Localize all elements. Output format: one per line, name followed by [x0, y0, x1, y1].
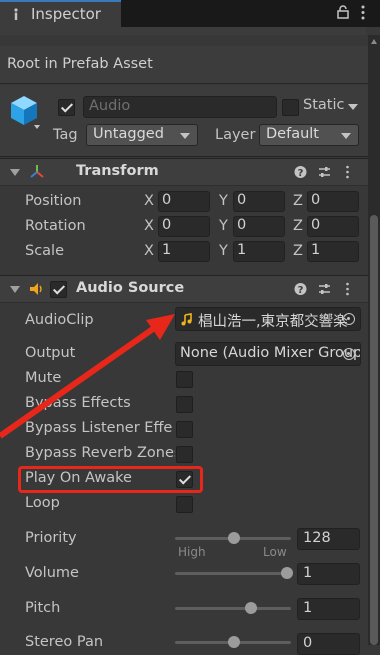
- help-icon[interactable]: ?: [294, 165, 307, 179]
- static-dropdown-icon[interactable]: [348, 104, 358, 110]
- transform-header[interactable]: Transform ?: [0, 158, 368, 186]
- kebab-menu-icon[interactable]: [360, 4, 366, 21]
- help-icon[interactable]: ?: [294, 282, 307, 296]
- audio-source-enabled-toggle[interactable]: [50, 281, 67, 298]
- object-picker-icon[interactable]: [343, 348, 355, 360]
- volume-slider-handle[interactable]: [281, 567, 293, 579]
- bypass-reverb-checkbox[interactable]: [176, 446, 193, 463]
- layer-label: Layer: [215, 127, 256, 143]
- foldout-arrow-icon[interactable]: [10, 169, 20, 176]
- axis-y-label[interactable]: Y: [219, 218, 228, 234]
- scale-y-field[interactable]: 1: [233, 241, 285, 262]
- loop-checkbox[interactable]: [176, 496, 193, 513]
- axis-z-label[interactable]: Z: [293, 193, 303, 209]
- scale-x-field[interactable]: 1: [158, 241, 210, 262]
- rotation-y-field[interactable]: 0: [233, 216, 285, 237]
- preset-icon[interactable]: [318, 165, 331, 179]
- volume-slider-track[interactable]: [175, 572, 291, 575]
- rotation-x-field[interactable]: 0: [158, 216, 210, 237]
- info-icon: [14, 8, 18, 20]
- object-name-input[interactable]: Audio: [83, 96, 277, 118]
- scale-z-field[interactable]: 1: [307, 241, 359, 262]
- cube-icon[interactable]: [8, 94, 40, 130]
- output-field[interactable]: None (Audio Mixer Group): [175, 342, 361, 366]
- audio-source-title: Audio Source: [76, 280, 185, 296]
- audio-clip-field[interactable]: 椙山浩一,東京都交響楽: [175, 307, 361, 331]
- axis-x-label[interactable]: X: [144, 218, 154, 234]
- position-x-field[interactable]: 0: [158, 191, 210, 212]
- position-z-field[interactable]: 0: [307, 191, 359, 212]
- annotation-highlight-box: [18, 466, 203, 493]
- tab-label: Inspector: [31, 5, 101, 23]
- component-menu-icon[interactable]: [345, 165, 350, 179]
- panel-top: [0, 27, 366, 35]
- scroll-up-arrow-icon[interactable]: [371, 39, 377, 44]
- object-header: Audio Static Tag Untagged Layer Default: [0, 85, 368, 157]
- pitch-slider-handle[interactable]: [245, 602, 257, 614]
- axis-y-label[interactable]: Y: [219, 193, 228, 209]
- priority-field[interactable]: 128: [297, 528, 360, 550]
- tab-inspector[interactable]: Inspector: [0, 0, 121, 27]
- static-checkbox[interactable]: [282, 99, 299, 116]
- rotation-z-field[interactable]: 0: [307, 216, 359, 237]
- position-label: Position: [25, 193, 82, 209]
- scale-label: Scale: [25, 243, 65, 259]
- speaker-icon: [30, 283, 42, 295]
- active-toggle[interactable]: [58, 99, 75, 116]
- bypass-reverb-label: Bypass Reverb Zones: [25, 445, 175, 461]
- axis-x-label[interactable]: X: [144, 193, 154, 209]
- annotation-arrow: [0, 314, 175, 439]
- priority-slider-handle[interactable]: [228, 532, 240, 544]
- svg-text:?: ?: [298, 285, 304, 296]
- vertical-scrollbar[interactable]: [368, 35, 380, 645]
- volume-label: Volume: [25, 565, 79, 581]
- music-note-icon: [181, 313, 192, 326]
- volume-field[interactable]: 1: [297, 563, 360, 585]
- layer-dropdown[interactable]: Default: [259, 124, 359, 146]
- audio-source-header[interactable]: Audio Source ?: [0, 275, 368, 303]
- pitch-field[interactable]: 1: [297, 598, 360, 620]
- stereo-pan-label: Stereo Pan: [25, 634, 104, 650]
- axis-z-label[interactable]: Z: [293, 218, 303, 234]
- position-y-field[interactable]: 0: [233, 191, 285, 212]
- component-menu-icon[interactable]: [345, 282, 350, 296]
- scrollbar-thumb[interactable]: [370, 215, 378, 645]
- lock-icon[interactable]: [337, 5, 349, 19]
- axis-x-label[interactable]: X: [144, 243, 154, 259]
- breadcrumb: Root in Prefab Asset: [0, 46, 368, 84]
- transform-icon: [30, 165, 44, 178]
- axis-z-label[interactable]: Z: [293, 243, 303, 259]
- stereo-pan-field[interactable]: 0: [297, 633, 360, 655]
- transform-title: Transform: [76, 163, 159, 179]
- tag-dropdown[interactable]: Untagged: [86, 124, 198, 146]
- priority-low-label: Low: [263, 545, 287, 559]
- pitch-label: Pitch: [25, 600, 61, 616]
- stereo-pan-slider-handle[interactable]: [228, 636, 240, 648]
- priority-high-label: High: [178, 545, 206, 559]
- priority-label: Priority: [25, 530, 77, 546]
- rotation-label: Rotation: [25, 218, 86, 234]
- static-label[interactable]: Static: [303, 97, 344, 113]
- tag-label: Tag: [53, 127, 78, 143]
- pitch-slider-track[interactable]: [175, 607, 291, 610]
- axis-y-label[interactable]: Y: [219, 243, 228, 259]
- preset-icon[interactable]: [318, 282, 331, 296]
- audio-clip-value: 椙山浩一,東京都交響楽: [198, 314, 348, 330]
- object-picker-icon[interactable]: [343, 313, 355, 325]
- foldout-arrow-icon[interactable]: [10, 286, 20, 293]
- output-value: None (Audio Mixer Group): [180, 345, 361, 361]
- loop-label: Loop: [25, 495, 60, 511]
- svg-text:?: ?: [298, 168, 304, 179]
- breadcrumb-label: Root in Prefab Asset: [7, 56, 153, 72]
